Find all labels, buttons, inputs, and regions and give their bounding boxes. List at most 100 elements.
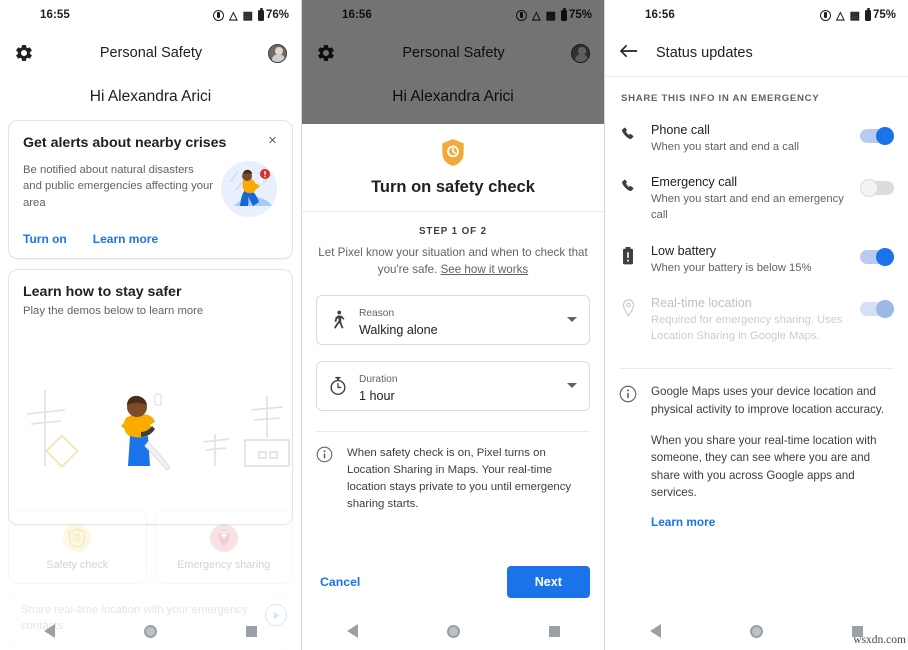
back-triangle-icon[interactable]: [649, 624, 661, 638]
see-how-it-works-link[interactable]: See how it works: [441, 263, 529, 276]
gear-icon[interactable]: [316, 43, 336, 63]
back-triangle-icon[interactable]: [44, 624, 56, 638]
app-bar: Status updates: [605, 30, 908, 76]
screen-turn-on-safety-check: 16:56 △ ▩ 75% Personal Safety Hi Alexand…: [302, 0, 605, 650]
duration-field-value: 1 hour: [359, 388, 395, 403]
recents-square-icon[interactable]: [245, 625, 257, 637]
safety-check-shield-icon: [63, 523, 92, 552]
tile-emergency-sharing[interactable]: Emergency sharing: [154, 510, 293, 584]
info-paragraph-2: When you share your real-time location w…: [651, 433, 877, 500]
learn-safer-title: Learn how to stay safer: [23, 284, 182, 300]
app-bar: Personal Safety: [302, 30, 604, 76]
sheet-description: Let Pixel know your situation and when t…: [302, 244, 604, 279]
wifi-icon: △: [532, 9, 541, 22]
greeting-text: Hi Alexandra Arici: [89, 88, 212, 105]
sheet-note-text: When safety check is on, Pixel turns on …: [347, 446, 572, 511]
sheet-note: When safety check is on, Pixel turns on …: [302, 432, 604, 513]
three-screenshot-strip: 16:55 △ ▩ 76% Personal Safety Hi Alexand…: [0, 0, 908, 650]
phone-icon: [619, 178, 637, 194]
timer-icon: [329, 376, 347, 396]
learn-safer-subtitle: Play the demos below to learn more: [23, 305, 204, 317]
location-pin-icon: [619, 299, 637, 317]
reason-field-value: Walking alone: [359, 322, 438, 337]
toggle-low-battery[interactable]: [860, 247, 894, 266]
info-icon: [316, 446, 333, 463]
duration-field[interactable]: Duration 1 hour: [316, 360, 590, 411]
sheet-title: Turn on safety check: [371, 178, 535, 196]
vibrate-icon: [516, 9, 528, 21]
toggle-phone-call[interactable]: [860, 127, 894, 145]
battery-icon: [560, 7, 567, 21]
emergency-sharing-icon: [209, 523, 238, 552]
status-bar: 16:55 △ ▩ 76%: [0, 0, 301, 30]
battery-icon: [864, 7, 871, 21]
screen-status-updates: 16:56 △ ▩ 75% Status updates SHARE THIS …: [605, 0, 908, 650]
page-title: Personal Safety: [402, 45, 505, 61]
row-title: Low battery: [651, 243, 717, 258]
recents-square-icon[interactable]: [548, 625, 560, 637]
system-navigation-bar: [605, 612, 908, 650]
chevron-down-icon[interactable]: [567, 317, 577, 323]
page-title: Personal Safety: [99, 45, 203, 61]
learn-more-button[interactable]: Learn more: [93, 232, 158, 246]
row-title: Real-time location: [651, 295, 752, 310]
app-bar: Personal Safety: [0, 30, 301, 76]
avatar[interactable]: [571, 43, 590, 63]
walking-person-icon: [329, 310, 347, 330]
safety-check-sheet: Turn on safety check STEP 1 OF 2 Let Pix…: [302, 124, 604, 650]
status-bar: 16:56 △ ▩ 75%: [302, 0, 604, 30]
step-indicator: STEP 1 OF 2: [419, 226, 487, 237]
battery-percent: 75%: [568, 9, 592, 21]
avatar[interactable]: [268, 43, 287, 63]
learn-safer-illustration: [9, 388, 292, 498]
wifi-icon: △: [229, 9, 238, 22]
row-emergency-call[interactable]: Emergency call When you start and end an…: [605, 165, 908, 233]
learn-more-link[interactable]: Learn more: [651, 515, 715, 529]
row-subtitle: When you start and end an emergency call: [651, 193, 844, 222]
crisis-alerts-card: Get alerts about nearby crises × Be noti…: [8, 120, 293, 259]
gear-icon[interactable]: [14, 43, 34, 63]
crisis-alerts-title: Get alerts about nearby crises: [23, 135, 227, 151]
greeting-text: Hi Alexandra Arici: [392, 88, 514, 105]
home-circle-icon[interactable]: [749, 624, 763, 638]
reason-field-label: Reason: [359, 307, 395, 319]
tile-safety-check[interactable]: Safety check: [8, 510, 147, 584]
crisis-alerts-description: Be notified about natural disasters and …: [23, 164, 214, 209]
reason-field[interactable]: Reason Walking alone: [316, 294, 590, 345]
status-bar: 16:56 △ ▩ 75%: [605, 0, 908, 30]
system-navigation-bar: [302, 612, 604, 650]
toggle-real-time-location: [860, 299, 894, 318]
battery-percent: 76%: [265, 9, 289, 21]
home-circle-icon[interactable]: [143, 624, 157, 638]
battery-percent: 75%: [872, 9, 896, 21]
next-button[interactable]: Next: [506, 566, 590, 598]
row-low-battery[interactable]: Low battery When your battery is below 1…: [605, 234, 908, 286]
row-real-time-location: Real-time location Required for emergenc…: [605, 286, 908, 354]
sheet-hero: Turn on safety check: [302, 124, 604, 197]
vibrate-icon: [820, 9, 832, 21]
row-subtitle: When you start and end a call: [651, 141, 800, 153]
cancel-button[interactable]: Cancel: [316, 567, 364, 597]
system-navigation-bar: [0, 612, 301, 650]
arrow-left-icon[interactable]: [619, 43, 638, 64]
home-circle-icon[interactable]: [446, 624, 460, 638]
turn-on-button[interactable]: Turn on: [23, 232, 67, 246]
crisis-alert-illustration: [220, 160, 278, 218]
back-triangle-icon[interactable]: [346, 624, 358, 638]
toggle-emergency-call[interactable]: [860, 179, 894, 198]
row-phone-call[interactable]: Phone call When you start and end a call: [605, 113, 908, 165]
chevron-down-icon[interactable]: [567, 383, 577, 389]
cell-signal-icon: ▩: [849, 9, 860, 22]
row-subtitle: When your battery is below 15%: [651, 261, 812, 274]
duration-field-label: Duration: [359, 373, 398, 385]
maps-info-block: Google Maps uses your device location an…: [605, 369, 908, 531]
cell-signal-icon: ▩: [242, 9, 253, 22]
vibrate-icon: [213, 9, 225, 21]
wifi-icon: △: [836, 9, 845, 22]
battery-alert-icon: [619, 246, 637, 265]
dimmed-background: 16:56 △ ▩ 75% Personal Safety Hi Alexand…: [302, 0, 604, 120]
info-icon: [619, 385, 637, 403]
close-icon[interactable]: ×: [265, 133, 280, 148]
learn-safer-card[interactable]: Learn how to stay safer Play the demos b…: [8, 269, 293, 525]
recents-square-icon[interactable]: [852, 625, 864, 637]
